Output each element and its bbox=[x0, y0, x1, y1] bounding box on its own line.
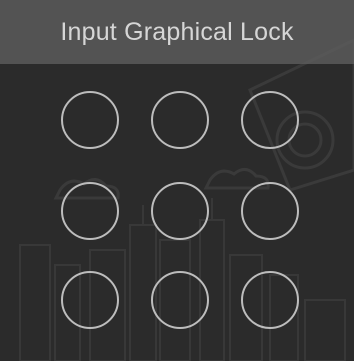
pattern-dot-2[interactable] bbox=[151, 91, 209, 149]
pattern-dot-5[interactable] bbox=[151, 182, 209, 240]
pattern-dot-1[interactable] bbox=[61, 91, 119, 149]
pattern-lock-grid[interactable] bbox=[0, 64, 354, 361]
pattern-dot-7[interactable] bbox=[61, 271, 119, 329]
pattern-dot-9[interactable] bbox=[241, 271, 299, 329]
pattern-dot-8[interactable] bbox=[151, 271, 209, 329]
pattern-dot-4[interactable] bbox=[61, 182, 119, 240]
header-bar: Input Graphical Lock bbox=[0, 0, 354, 64]
lock-screen: Input Graphical Lock bbox=[0, 0, 354, 361]
pattern-dot-6[interactable] bbox=[241, 182, 299, 240]
pattern-dot-3[interactable] bbox=[241, 91, 299, 149]
page-title: Input Graphical Lock bbox=[60, 17, 294, 46]
